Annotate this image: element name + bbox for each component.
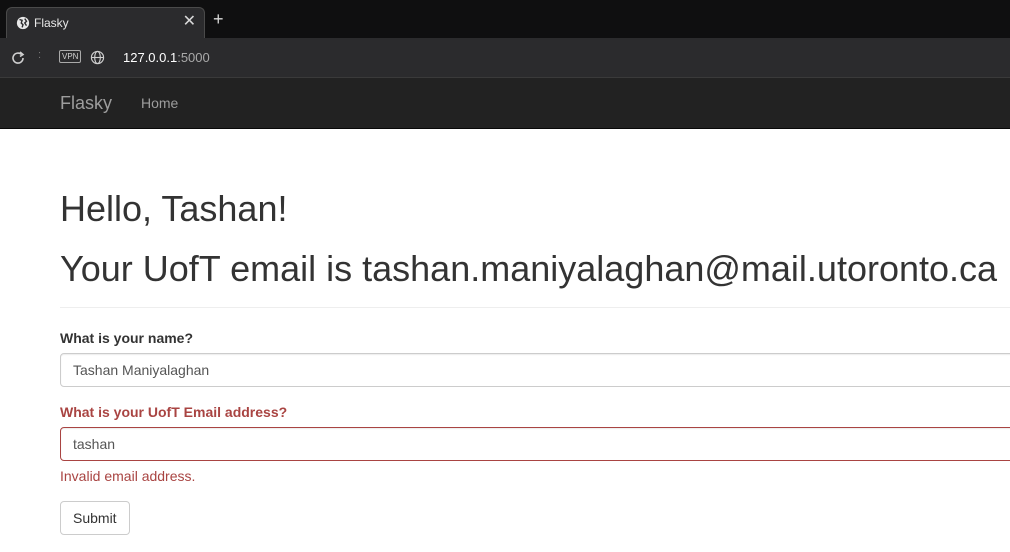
email-input[interactable] — [60, 427, 1010, 461]
tab-title: Flasky — [34, 16, 69, 30]
url-host: 127.0.0.1 — [123, 50, 178, 65]
greeting-heading: Hello, Tashan! — [60, 188, 288, 229]
site-info-globe-icon[interactable] — [90, 50, 105, 65]
email-label: What is your UofT Email address? — [60, 404, 288, 420]
browser-toolbar: : VPN 127.0.0.1:5000 — [0, 38, 1010, 78]
globe-icon — [16, 16, 30, 30]
close-tab-icon[interactable]: ✕ — [183, 13, 196, 31]
email-heading: Your UofT email is tashan.maniyalaghan@m… — [60, 248, 998, 289]
email-error-message: Invalid email address. — [60, 468, 196, 484]
vpn-badge[interactable]: VPN — [59, 50, 82, 63]
name-input[interactable] — [60, 353, 1010, 387]
name-label: What is your name? — [60, 330, 194, 346]
new-tab-icon[interactable]: + — [213, 10, 224, 28]
address-bar[interactable]: 127.0.0.1:5000 — [123, 50, 210, 65]
toolbar-separator: : — [38, 49, 42, 61]
url-port: :5000 — [177, 50, 210, 65]
header-divider — [60, 307, 1010, 308]
submit-button[interactable]: Submit — [60, 501, 130, 535]
navbar-brand[interactable]: Flasky — [60, 93, 112, 114]
browser-tab-flasky[interactable]: Flasky ✕ — [6, 7, 205, 38]
site-navbar: Flasky Home — [0, 78, 1010, 129]
nav-link-home[interactable]: Home — [141, 95, 178, 111]
reload-icon[interactable] — [10, 50, 26, 66]
browser-tab-strip: Flasky ✕ + — [0, 0, 1010, 38]
